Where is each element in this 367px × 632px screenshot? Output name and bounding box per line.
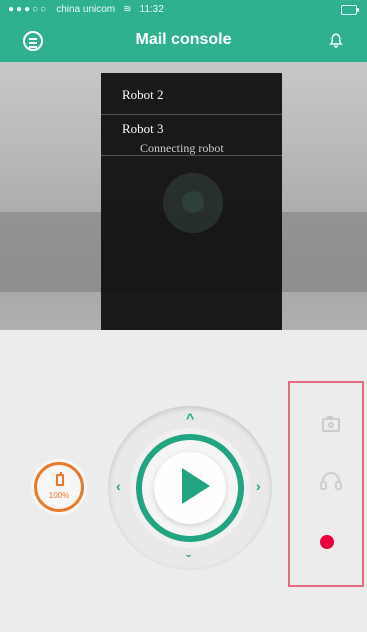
time: 11:32	[139, 4, 164, 15]
battery-icon	[56, 472, 64, 486]
robot-battery-indicator: 100%	[34, 462, 84, 512]
bell-icon[interactable]	[327, 31, 345, 51]
robot-label: Robot 2	[122, 87, 164, 102]
status-bar: ●●●○○ china unicom ≋ 11:32	[0, 0, 367, 20]
robot-list-item[interactable]: Robot 3 Connecting robot	[101, 121, 282, 156]
battery-icon	[341, 5, 359, 15]
divider	[101, 155, 282, 156]
carrier-name: china unicom	[56, 4, 116, 15]
robot-label: Robot 3	[122, 121, 164, 136]
loading-spinner-icon	[163, 173, 223, 233]
headphones-icon[interactable]	[319, 471, 343, 491]
page-title: Mail console	[135, 31, 232, 48]
status-left: ●●●○○ china unicom ≋ 11:32	[8, 4, 164, 15]
divider	[101, 114, 282, 115]
record-button[interactable]	[320, 535, 334, 549]
robot-connection-status: Connecting robot	[140, 141, 224, 155]
app-header: Mail console	[0, 20, 367, 62]
battery-percent: 100%	[48, 491, 70, 500]
play-icon	[182, 468, 210, 504]
chevron-down-icon[interactable]: ˇ	[186, 552, 191, 568]
robot-dropdown: Robot 2 Robot 3 Connecting robot	[101, 73, 282, 336]
direction-pad[interactable]: ^ ‹ › ˇ	[108, 406, 272, 570]
chevron-left-icon[interactable]: ‹	[116, 478, 121, 494]
chevron-up-icon[interactable]: ^	[186, 410, 194, 426]
signal-strength-icon: ●●●○○	[8, 4, 49, 15]
chevron-right-icon[interactable]: ›	[256, 478, 261, 494]
wifi-icon: ≋	[123, 4, 132, 15]
robot-list-item[interactable]: Robot 2	[101, 87, 282, 103]
camera-icon[interactable]	[322, 416, 340, 432]
